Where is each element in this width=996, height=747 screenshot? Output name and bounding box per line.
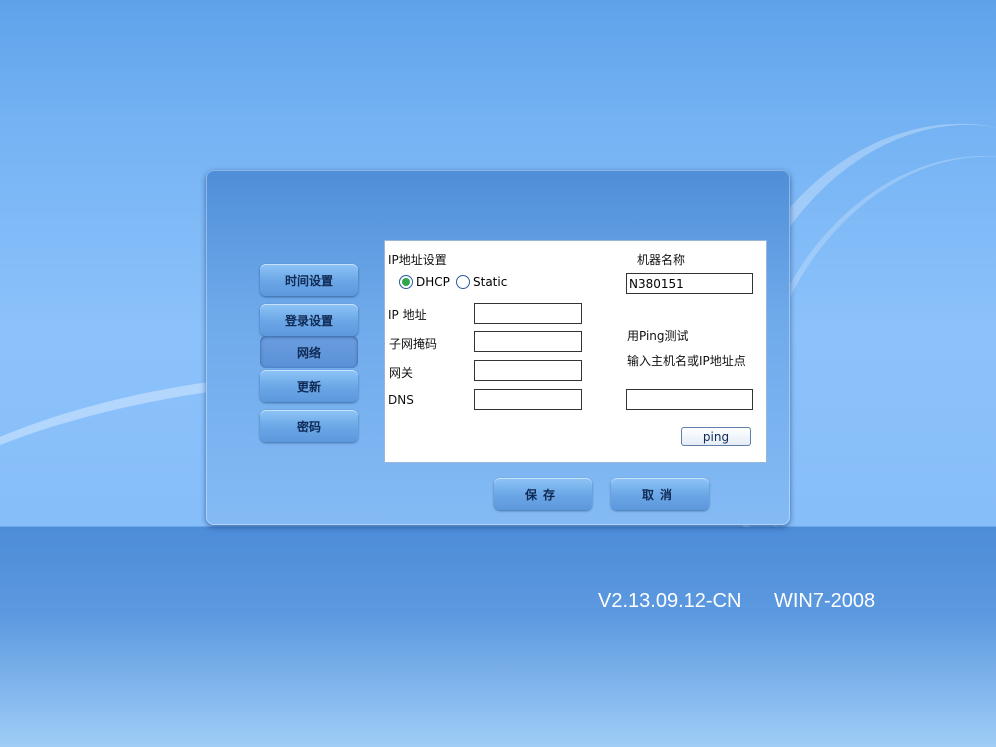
os-text: WIN7-2008	[774, 590, 876, 612]
settings-dialog: 时间设置 登录设置 网络 更新 密码 IP地址设置 DHCP Static IP…	[206, 170, 790, 525]
nav-update[interactable]: 更新	[260, 370, 358, 402]
dns-label: DNS	[388, 393, 414, 407]
lower-band	[0, 527, 996, 747]
cancel-button[interactable]: 取消	[611, 478, 709, 510]
radio-selected-icon	[399, 275, 413, 289]
machine-name-label: 机器名称	[637, 253, 686, 267]
nav-label: 密码	[296, 419, 321, 434]
ip-settings-title: IP地址设置	[388, 253, 447, 267]
machine-name-input[interactable]	[626, 273, 753, 294]
ping-hint: 输入主机名或IP地址点	[627, 354, 746, 368]
dns-input[interactable]	[474, 389, 582, 410]
subnet-mask-label: 子网掩码	[389, 337, 438, 351]
gateway-input[interactable]	[474, 360, 582, 381]
gateway-label: 网关	[389, 366, 414, 380]
nav-network[interactable]: 网络	[260, 336, 358, 368]
save-button-label: 保存	[524, 487, 561, 502]
ping-test-title: 用Ping测试	[627, 329, 689, 343]
nav-login-settings[interactable]: 登录设置	[260, 304, 358, 336]
dhcp-label: DHCP	[416, 275, 450, 289]
nav-label: 网络	[296, 345, 321, 360]
ip-address-input[interactable]	[474, 303, 582, 324]
nav-label: 更新	[296, 379, 321, 394]
nav-label: 时间设置	[284, 273, 333, 288]
ping-button-label: ping	[702, 429, 730, 444]
save-button[interactable]: 保存	[494, 478, 592, 510]
nav-time-settings[interactable]: 时间设置	[260, 264, 358, 296]
subnet-mask-input[interactable]	[474, 331, 582, 352]
version-text: V2.13.09.12-CN	[598, 590, 742, 612]
radio-unselected-icon	[456, 275, 470, 289]
cancel-button-label: 取消	[641, 487, 678, 502]
network-panel: IP地址设置 DHCP Static IP 地址 子网掩码 网关 DNS 机器名…	[384, 240, 767, 463]
static-label: Static	[473, 275, 508, 289]
ip-address-label: IP 地址	[388, 308, 427, 322]
dhcp-radio[interactable]: DHCP	[399, 275, 450, 289]
nav-password[interactable]: 密码	[260, 410, 358, 442]
nav-label: 登录设置	[284, 313, 333, 328]
ping-host-input[interactable]	[626, 389, 753, 410]
static-radio[interactable]: Static	[456, 275, 507, 289]
ping-button[interactable]: ping	[681, 427, 751, 446]
